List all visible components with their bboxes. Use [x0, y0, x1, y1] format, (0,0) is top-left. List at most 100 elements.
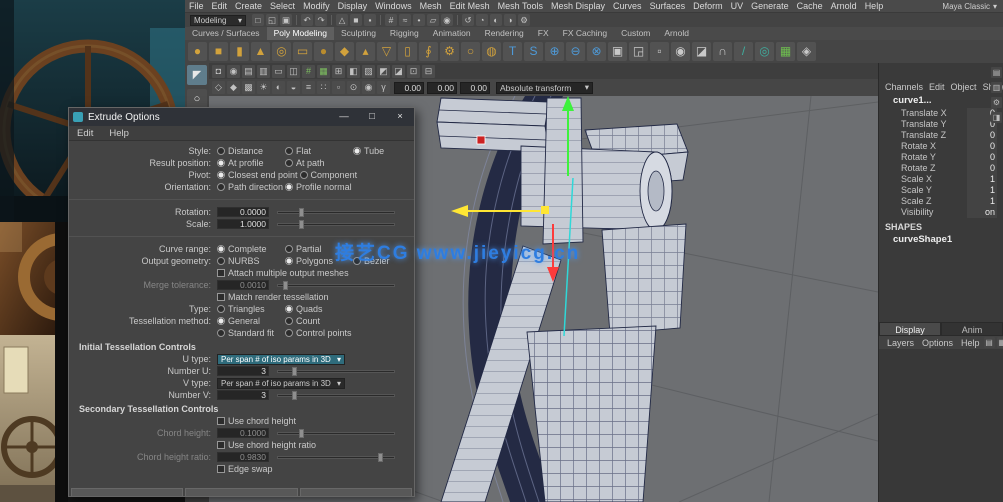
- render-frame-icon[interactable]: ◐: [490, 14, 502, 26]
- new-layer-from-selected-icon[interactable]: ▦: [996, 337, 1003, 348]
- menu-arnold[interactable]: Arnold: [827, 0, 861, 13]
- slider-handle[interactable]: [298, 429, 304, 438]
- menu-uv[interactable]: UV: [727, 0, 748, 13]
- menu-mesh[interactable]: Mesh: [416, 0, 446, 13]
- transform-field-2[interactable]: 0.00: [427, 81, 457, 94]
- menu-cache[interactable]: Cache: [793, 0, 827, 13]
- radio-partial[interactable]: [285, 245, 293, 253]
- ambient-occlusion-icon[interactable]: ◒: [287, 81, 300, 94]
- poly-platonic-icon[interactable]: ◆: [335, 42, 354, 61]
- option-profile-normal[interactable]: Profile normal: [285, 182, 352, 192]
- film-gate-icon[interactable]: ▦: [317, 64, 330, 78]
- option-standard-fit[interactable]: Standard fit: [217, 328, 283, 338]
- radio-complete[interactable]: [217, 245, 225, 253]
- layer-menu-layers[interactable]: Layers: [883, 338, 918, 348]
- menu-mesh-tools[interactable]: Mesh Tools: [494, 0, 547, 13]
- textured-icon[interactable]: ▩: [242, 81, 255, 94]
- option-match-render-tessellation[interactable]: Match render tessellation: [217, 292, 329, 302]
- menu-help[interactable]: Help: [861, 0, 888, 13]
- channel-row-translate-x[interactable]: Translate X0: [879, 108, 1003, 119]
- shelf-tab-curves-surfaces[interactable]: Curves / Surfaces: [185, 27, 267, 40]
- shelf-tab-sculpting[interactable]: Sculpting: [334, 27, 383, 40]
- lights-icon[interactable]: ☀: [257, 81, 270, 94]
- select-component-icon[interactable]: ▪: [364, 14, 376, 26]
- radio-component[interactable]: [299, 171, 308, 179]
- value-field-rotation[interactable]: 0.0000: [217, 207, 269, 217]
- option-closest-end-point[interactable]: Closest end point: [217, 170, 298, 180]
- poly-cone-icon[interactable]: ▲: [251, 42, 270, 61]
- option-flat[interactable]: Flat: [285, 146, 351, 156]
- value-field-chord-height-ratio[interactable]: 0.9830: [217, 452, 269, 462]
- slider-number-v[interactable]: [277, 391, 395, 400]
- dropdown-u-type[interactable]: Per span # of iso params in 3D ▾: [217, 353, 345, 365]
- radio-distance[interactable]: [217, 147, 225, 155]
- radio-tube[interactable]: [353, 147, 361, 155]
- snap-to-point-icon[interactable]: •: [413, 14, 425, 26]
- dialog-action-button[interactable]: [299, 488, 412, 496]
- poly-pyramid-icon[interactable]: ▴: [356, 42, 375, 61]
- channel-value[interactable]: 0: [967, 163, 997, 174]
- radio-at-profile[interactable]: [217, 159, 225, 167]
- new-scene-icon[interactable]: □: [252, 14, 264, 26]
- checkbox-attach-multiple-output-meshes[interactable]: [217, 269, 225, 277]
- slider-handle[interactable]: [291, 367, 297, 376]
- option-quads[interactable]: Quads: [285, 304, 351, 314]
- menu-modify[interactable]: Modify: [299, 0, 334, 13]
- slider-number-u[interactable]: [277, 367, 395, 376]
- radio-control-points[interactable]: [285, 329, 293, 337]
- option-use-chord-height-ratio[interactable]: Use chord height ratio: [217, 440, 316, 450]
- channel-box-menu-object[interactable]: Object: [949, 82, 979, 92]
- minimize-button[interactable]: —: [330, 108, 358, 126]
- shape-node-name[interactable]: curveShape1: [879, 233, 1003, 246]
- radio-triangles[interactable]: [217, 305, 225, 313]
- menu-set-dropdown[interactable]: Modeling ▾: [190, 14, 246, 26]
- option-edge-swap[interactable]: Edge swap: [217, 464, 283, 474]
- smooth-icon[interactable]: ◉: [671, 42, 690, 61]
- radio-path-direction[interactable]: [217, 183, 225, 191]
- layer-menu-help[interactable]: Help: [957, 338, 984, 348]
- menu-curves[interactable]: Curves: [609, 0, 646, 13]
- slider-chord-height-ratio[interactable]: [277, 453, 395, 462]
- radio-standard-fit[interactable]: [217, 329, 225, 337]
- gamma-icon[interactable]: γ: [377, 81, 390, 94]
- channel-row-rotate-z[interactable]: Rotate Z 0: [879, 163, 1003, 174]
- select-hierarchy-icon[interactable]: △: [336, 14, 348, 26]
- poly-gear-icon[interactable]: ⚙: [440, 42, 459, 61]
- construction-history-icon[interactable]: ↺: [462, 14, 474, 26]
- channel-value[interactable]: 0: [967, 130, 997, 141]
- frame-all-icon[interactable]: ⊡: [407, 64, 420, 78]
- option-attach-multiple-output-meshes[interactable]: Attach multiple output meshes: [217, 268, 349, 278]
- menu-file[interactable]: File: [185, 0, 208, 13]
- layer-editor-tab-display[interactable]: Display: [879, 322, 941, 336]
- transform-field-3[interactable]: 0.00: [460, 81, 490, 94]
- menu-generate[interactable]: Generate: [747, 0, 793, 13]
- option-at-path[interactable]: At path: [285, 158, 351, 168]
- boolean-intersection-icon[interactable]: ⊗: [587, 42, 606, 61]
- render-settings-icon[interactable]: ⚙: [518, 14, 530, 26]
- checkbox-match-render-tessellation[interactable]: [217, 293, 225, 301]
- transform-field-1[interactable]: 0.00: [394, 81, 424, 94]
- radio-at-path[interactable]: [285, 159, 293, 167]
- xray-icon[interactable]: ▫: [332, 81, 345, 94]
- option-distance[interactable]: Distance: [217, 146, 283, 156]
- radio-nurbs[interactable]: [217, 257, 225, 265]
- option-path-direction[interactable]: Path direction: [217, 182, 283, 192]
- poly-svg-icon[interactable]: S: [524, 42, 543, 61]
- dialog-titlebar[interactable]: Extrude Options — □ ×: [69, 108, 414, 126]
- option-complete[interactable]: Complete: [217, 244, 283, 254]
- grid-toggle-icon[interactable]: #: [302, 64, 315, 78]
- separate-icon[interactable]: ◲: [629, 42, 648, 61]
- channel-value[interactable]: 1: [967, 185, 997, 196]
- channel-row-translate-y[interactable]: Translate Y0: [879, 119, 1003, 130]
- menu-edit[interactable]: Edit: [208, 0, 232, 13]
- shelf-tab-rigging[interactable]: Rigging: [383, 27, 426, 40]
- menu-windows[interactable]: Windows: [371, 0, 416, 13]
- shelf-tab-rendering[interactable]: Rendering: [478, 27, 531, 40]
- dialog-menu-help[interactable]: Help: [101, 126, 137, 140]
- menu-select[interactable]: Select: [266, 0, 299, 13]
- undo-icon[interactable]: ↶: [301, 14, 313, 26]
- boolean-difference-icon[interactable]: ⊖: [566, 42, 585, 61]
- save-scene-icon[interactable]: ▣: [280, 14, 292, 26]
- mirror-icon[interactable]: ◈: [797, 42, 816, 61]
- poly-disc-icon[interactable]: ●: [314, 42, 333, 61]
